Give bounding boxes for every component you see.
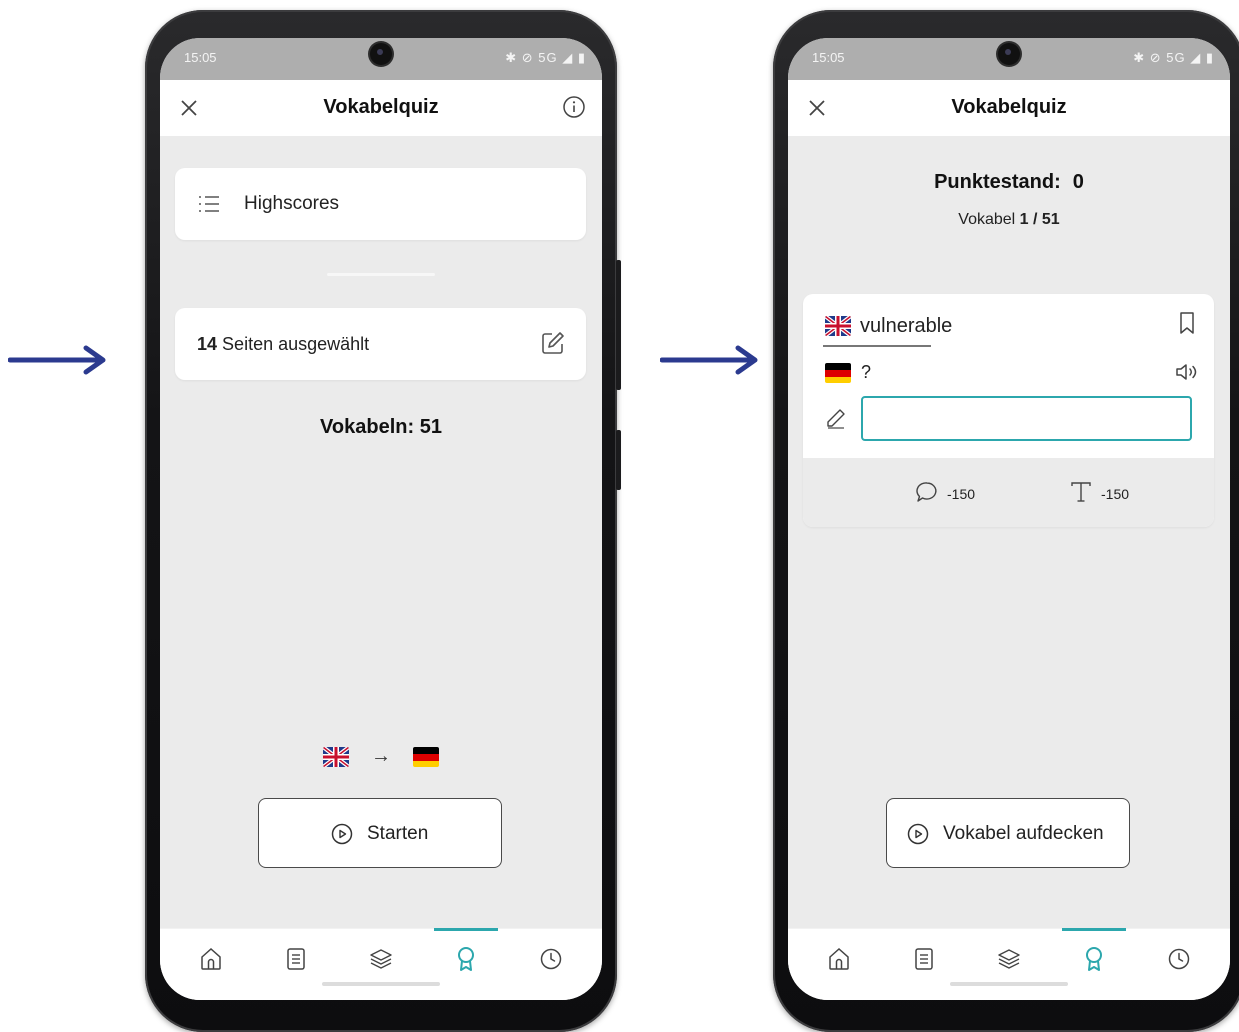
status-time: 15:05 xyxy=(812,50,845,65)
layers-icon xyxy=(998,949,1020,969)
nav-quiz[interactable] xyxy=(434,928,498,990)
award-icon xyxy=(1086,947,1102,971)
nav-history[interactable] xyxy=(519,928,583,990)
highscores-button[interactable]: Highscores xyxy=(175,168,586,240)
status-bar: 15:05 ✱ ⊘ 5G ◢ ▮ xyxy=(160,38,602,80)
page-title: Vokabelquiz xyxy=(951,96,1067,118)
bottom-navigation xyxy=(788,928,1230,1000)
speech-bubble-icon xyxy=(916,482,937,502)
transition-arrow xyxy=(8,345,106,375)
clock-icon xyxy=(540,948,562,970)
de-flag-icon xyxy=(825,363,851,383)
speech-hint-cost: -150 xyxy=(947,486,976,502)
edit-icon[interactable] xyxy=(540,330,566,356)
pen-icon xyxy=(827,409,845,429)
home-icon xyxy=(201,947,221,970)
nav-history[interactable] xyxy=(1147,928,1211,990)
home-indicator[interactable] xyxy=(322,982,440,986)
counter-value: 1 / 51 xyxy=(1019,211,1060,228)
nav-list[interactable] xyxy=(892,928,956,990)
quiz-question-screen: 15:05 ✱ ⊘ 5G ◢ ▮ Vokabelquiz Punktestand… xyxy=(788,38,1230,1000)
vocab-word: vulnerable xyxy=(860,315,953,337)
play-icon xyxy=(907,823,929,845)
front-camera xyxy=(370,43,392,65)
layers-icon xyxy=(370,949,392,969)
document-list-icon xyxy=(915,948,933,970)
clock-icon xyxy=(1168,948,1190,970)
section-divider xyxy=(327,273,435,276)
award-icon xyxy=(458,947,474,971)
counter-prefix: Vokabel xyxy=(958,211,1016,228)
reveal-label: Vokabel aufdecken xyxy=(943,823,1104,844)
home-indicator[interactable] xyxy=(950,982,1068,986)
document-list-icon xyxy=(287,948,305,970)
vocab-counter: Vokabel 1 / 51 xyxy=(788,211,1230,229)
score-display: Punktestand: 0 xyxy=(788,171,1230,194)
app-bar: Vokabelquiz xyxy=(160,80,602,136)
nav-home[interactable] xyxy=(179,928,243,990)
language-direction[interactable]: → xyxy=(160,745,602,769)
status-time: 15:05 xyxy=(184,50,217,65)
bookmark-icon[interactable] xyxy=(1178,311,1196,335)
quiz-setup-screen: 15:05 ✱ ⊘ 5G ◢ ▮ Vokabelquiz Highscores … xyxy=(160,38,602,1000)
translation-placeholder: ? xyxy=(861,362,872,382)
word-underline xyxy=(823,345,931,347)
front-camera xyxy=(998,43,1020,65)
page-selection-card[interactable]: 14 Seiten ausgewählt xyxy=(175,308,586,380)
pages-selected-text: 14 Seiten ausgewählt xyxy=(197,334,369,355)
status-icons: ✱ ⊘ 5G ◢ ▮ xyxy=(1133,50,1214,65)
page-title: Vokabelquiz xyxy=(323,96,439,118)
quiz-card: vulnerable ? -150 -150 xyxy=(803,294,1214,527)
hints-bar: -150 -150 xyxy=(803,458,1214,527)
speaker-icon[interactable] xyxy=(1174,361,1200,383)
vocab-count: Vokabeln: 51 xyxy=(320,416,442,438)
pages-count: 14 xyxy=(197,334,218,354)
text-hint-cost: -150 xyxy=(1101,486,1130,502)
nav-home[interactable] xyxy=(807,928,871,990)
highscores-label: Highscores xyxy=(244,193,340,214)
text-icon xyxy=(1071,482,1091,502)
status-bar: 15:05 ✱ ⊘ 5G ◢ ▮ xyxy=(788,38,1230,80)
nav-list[interactable] xyxy=(264,928,328,990)
score-label: Punktestand: xyxy=(934,171,1061,193)
phone-frame: 15:05 ✱ ⊘ 5G ◢ ▮ Vokabelquiz Highscores … xyxy=(145,10,621,1032)
power-button xyxy=(616,430,621,490)
bottom-navigation xyxy=(160,928,602,1000)
start-button[interactable]: Starten xyxy=(258,798,502,868)
list-icon xyxy=(199,196,219,212)
phone-frame: 15:05 ✱ ⊘ 5G ◢ ▮ Vokabelquiz Punktestand… xyxy=(773,10,1239,1032)
info-icon[interactable] xyxy=(562,95,586,119)
nav-layers[interactable] xyxy=(349,928,413,990)
pages-label: Seiten ausgewählt xyxy=(222,334,370,354)
uk-flag-icon xyxy=(825,316,851,336)
home-icon xyxy=(829,947,849,970)
start-label: Starten xyxy=(367,823,429,844)
reveal-vocab-button[interactable]: Vokabel aufdecken xyxy=(886,798,1130,868)
text-hint-button[interactable]: -150 xyxy=(1069,480,1139,504)
score-value: 0 xyxy=(1072,171,1084,193)
uk-flag-icon xyxy=(322,746,349,767)
answer-input[interactable] xyxy=(861,396,1192,441)
speech-hint-button[interactable]: -150 xyxy=(915,480,985,504)
app-bar: Vokabelquiz xyxy=(788,80,1230,136)
transition-arrow xyxy=(660,345,758,375)
status-icons: ✱ ⊘ 5G ◢ ▮ xyxy=(505,50,586,65)
play-icon xyxy=(331,823,353,845)
de-flag-icon xyxy=(413,746,440,767)
direction-arrow: → xyxy=(371,745,391,767)
nav-layers[interactable] xyxy=(977,928,1041,990)
volume-button xyxy=(616,260,621,390)
nav-quiz[interactable] xyxy=(1062,928,1126,990)
